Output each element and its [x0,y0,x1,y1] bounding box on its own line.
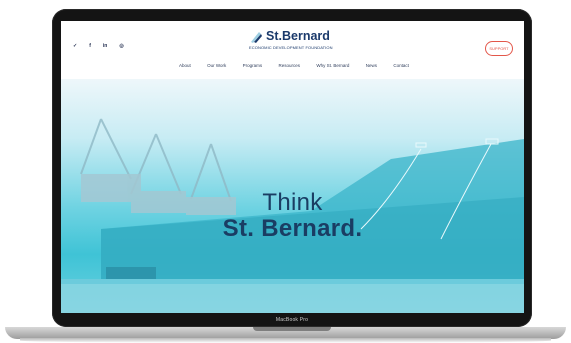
hero-title-line2: St. Bernard. [222,215,363,242]
logo-subtitle: ECONOMIC DEVELOPMENT FOUNDATION [249,45,333,50]
site-logo[interactable]: St.Bernard ECONOMIC DEVELOPMENT FOUNDATI… [247,29,343,57]
nav-item-why-st-bernard[interactable]: Why St. Bernard [316,63,349,68]
laptop-screen: ✓ f in ◎ St.Bernard ECONOMIC DEVELOPMENT… [61,21,524,313]
nav-item-our-work[interactable]: Our Work [207,63,226,68]
instagram-icon[interactable]: ◎ [119,43,123,49]
device-label: MacBook Pro [275,317,309,323]
nav-item-resources[interactable]: Resources [279,63,301,68]
social-links: ✓ f in ◎ [73,43,124,49]
support-button-label: SUPPORT [489,46,509,51]
twitter-icon[interactable]: ✓ [73,43,77,49]
support-button[interactable]: SUPPORT [485,41,513,56]
logo-mark-icon [251,32,262,43]
nav-item-news[interactable]: News [366,63,377,68]
hero-title-line1: Think [262,189,323,216]
laptop-shadow [20,338,551,343]
facebook-icon[interactable]: f [89,43,91,49]
logo-name: St.Bernard [266,29,330,43]
linkedin-icon[interactable]: in [103,43,107,49]
laptop-base-notch [253,327,331,331]
main-nav: About Our Work Programs Resources Why St… [179,63,409,68]
nav-item-contact[interactable]: Contact [393,63,409,68]
nav-item-about[interactable]: About [179,63,191,68]
nav-item-programs[interactable]: Programs [243,63,263,68]
hero-banner: Think St. Bernard. [61,79,524,313]
